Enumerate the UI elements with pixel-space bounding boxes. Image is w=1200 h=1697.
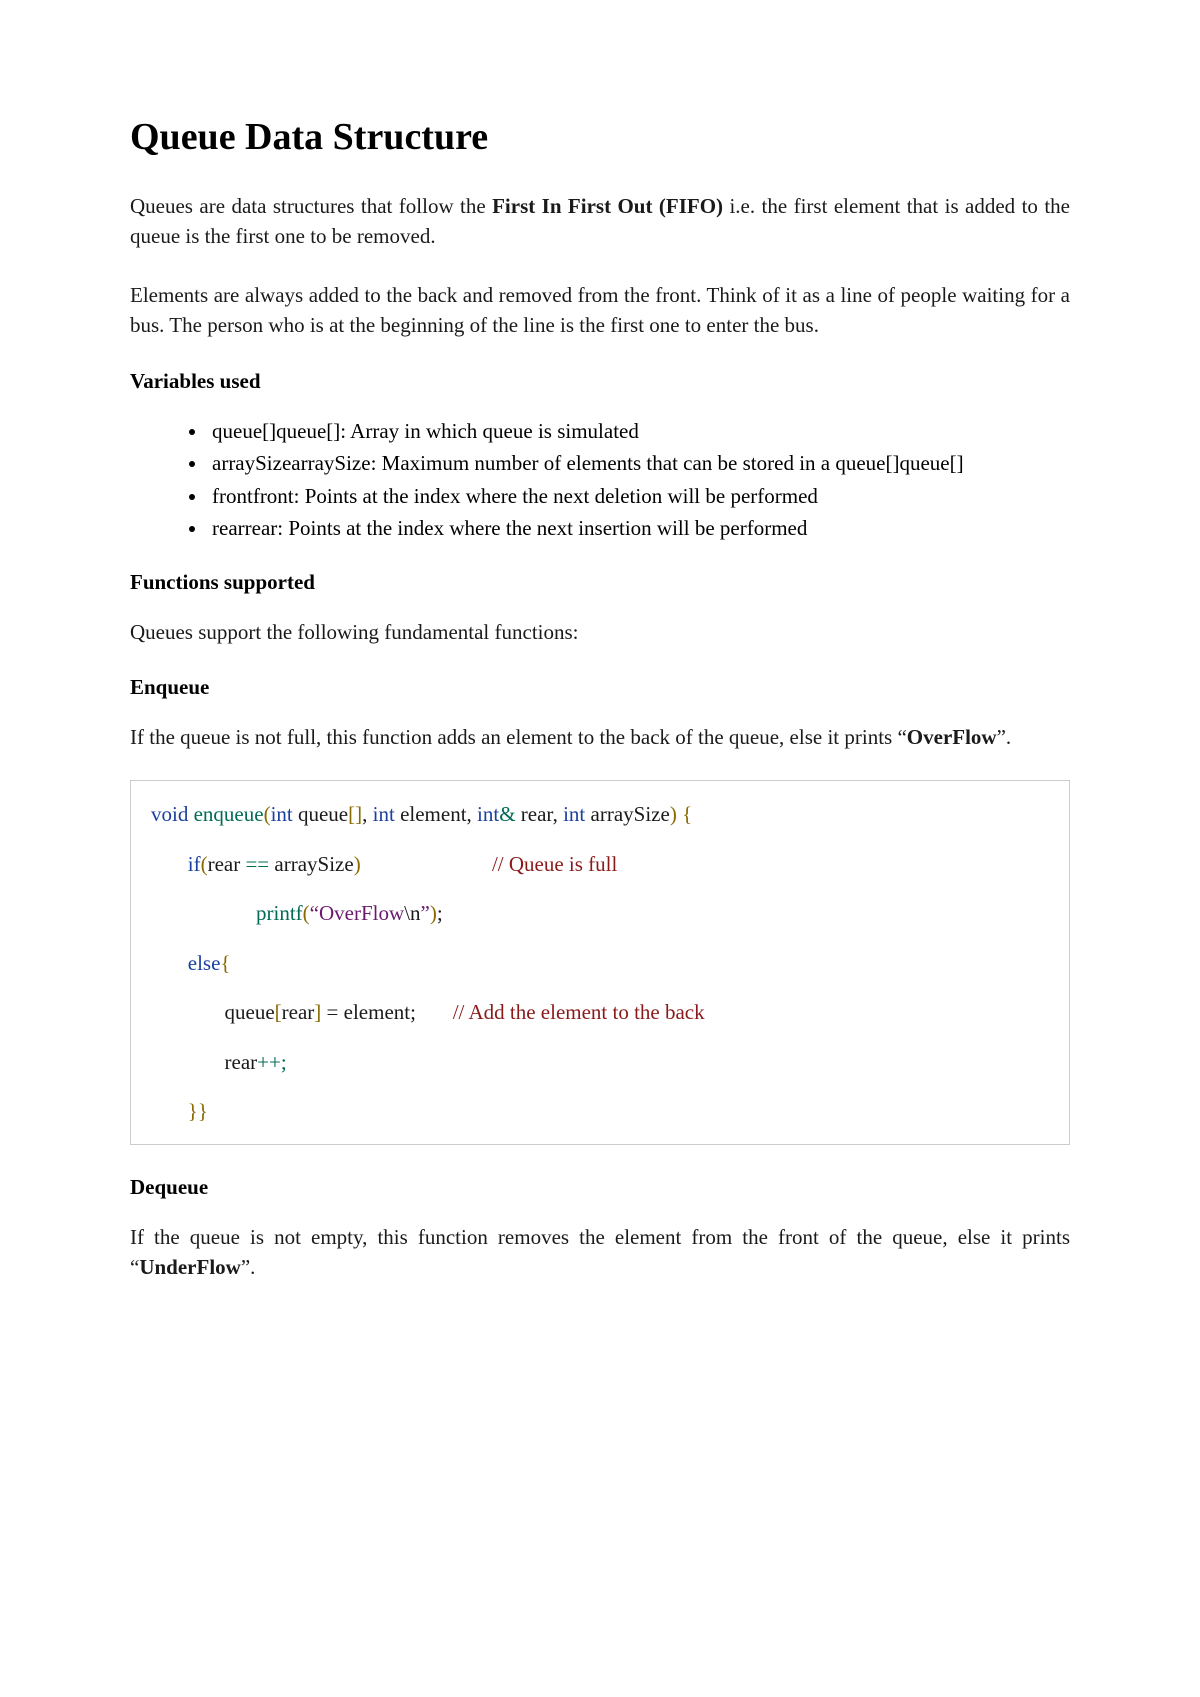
code-token: ; — [437, 901, 443, 925]
code-line: else{ — [151, 948, 1049, 980]
code-token: , — [362, 802, 373, 826]
list-item: rearrear: Points at the index where the … — [208, 513, 1070, 543]
code-token: // Queue is full — [492, 852, 617, 876]
code-token: arraySize — [269, 852, 354, 876]
heading-enqueue: Enqueue — [130, 675, 1070, 700]
code-token: rear — [282, 1000, 315, 1024]
code-token — [151, 1099, 188, 1123]
code-line: }} — [151, 1096, 1049, 1128]
code-token: int — [477, 802, 499, 826]
para1-bold: First In First Out (FIFO) — [492, 194, 723, 218]
code-line: printf(“OverFlow\n”); — [151, 898, 1049, 930]
heading-variables: Variables used — [130, 369, 1070, 394]
intro-paragraph-2: Elements are always added to the back an… — [130, 280, 1070, 341]
code-token: queue — [225, 1000, 275, 1024]
code-line: if(rear == arraySize) // Queue is full — [151, 849, 1049, 881]
code-token: // Add the element to the back — [453, 1000, 705, 1024]
code-token: { — [220, 951, 230, 975]
code-token: }} — [188, 1099, 208, 1123]
code-token — [151, 1050, 225, 1074]
code-token — [416, 1000, 453, 1024]
code-token: \n — [404, 901, 420, 925]
code-token: rear — [225, 1050, 258, 1074]
variables-list: queue[]queue[]: Array in which queue is … — [130, 416, 1070, 544]
enqueue-description: If the queue is not full, this function … — [130, 722, 1070, 752]
code-token: { — [677, 802, 692, 826]
para5-a: If the queue is not empty, this function… — [130, 1225, 1070, 1279]
code-token: & — [499, 802, 515, 826]
code-token: void — [151, 802, 188, 826]
para5-bold: UnderFlow — [139, 1255, 241, 1279]
code-token: int — [563, 802, 585, 826]
para4-a: If the queue is not full, this function … — [130, 725, 907, 749]
code-token: int — [373, 802, 395, 826]
code-token: ) — [430, 901, 437, 925]
para4-bold: OverFlow — [907, 725, 997, 749]
list-item: frontfront: Points at the index where th… — [208, 481, 1070, 511]
list-item: queue[]queue[]: Array in which queue is … — [208, 416, 1070, 446]
code-token — [361, 852, 492, 876]
code-line: void enqueue(int queue[], int element, i… — [151, 799, 1049, 831]
code-token: , — [553, 802, 564, 826]
code-line: rear++; — [151, 1047, 1049, 1079]
page-title: Queue Data Structure — [130, 115, 1070, 159]
code-token — [151, 901, 256, 925]
code-token: int — [271, 802, 293, 826]
code-token: “ — [310, 901, 319, 925]
code-token — [151, 852, 188, 876]
code-token: queue — [293, 802, 348, 826]
code-token — [151, 951, 188, 975]
code-token: ++; — [257, 1050, 287, 1074]
code-token: enqueue — [188, 802, 263, 826]
code-block-enqueue: void enqueue(int queue[], int element, i… — [130, 780, 1070, 1145]
code-token: [ — [275, 1000, 282, 1024]
code-token: == — [245, 852, 269, 876]
code-token: ( — [303, 901, 310, 925]
heading-dequeue: Dequeue — [130, 1175, 1070, 1200]
code-token: rear — [516, 802, 553, 826]
code-token: ) — [354, 852, 361, 876]
code-token: ( — [264, 802, 271, 826]
dequeue-description: If the queue is not empty, this function… — [130, 1222, 1070, 1283]
code-token: if — [188, 852, 201, 876]
code-token: printf — [256, 901, 303, 925]
code-token: element — [395, 802, 467, 826]
code-token: ” — [421, 901, 430, 925]
code-token: ) — [670, 802, 677, 826]
heading-functions: Functions supported — [130, 570, 1070, 595]
functions-intro: Queues support the following fundamental… — [130, 617, 1070, 647]
code-token: element — [344, 1000, 410, 1024]
code-line: queue[rear] = element; // Add the elemen… — [151, 997, 1049, 1029]
code-token: else — [188, 951, 221, 975]
code-token: ( — [201, 852, 208, 876]
para1-a: Queues are data structures that follow t… — [130, 194, 492, 218]
code-token: arraySize — [585, 802, 670, 826]
code-token: rear — [208, 852, 246, 876]
code-token: OverFlow — [319, 901, 404, 925]
code-token — [151, 1000, 225, 1024]
intro-paragraph-1: Queues are data structures that follow t… — [130, 191, 1070, 252]
code-token: = — [321, 1000, 343, 1024]
para5-b: ”. — [241, 1255, 256, 1279]
para4-b: ”. — [997, 725, 1012, 749]
code-token: , — [467, 802, 478, 826]
code-token: [] — [348, 802, 362, 826]
list-item: arraySizearraySize: Maximum number of el… — [208, 448, 1070, 478]
